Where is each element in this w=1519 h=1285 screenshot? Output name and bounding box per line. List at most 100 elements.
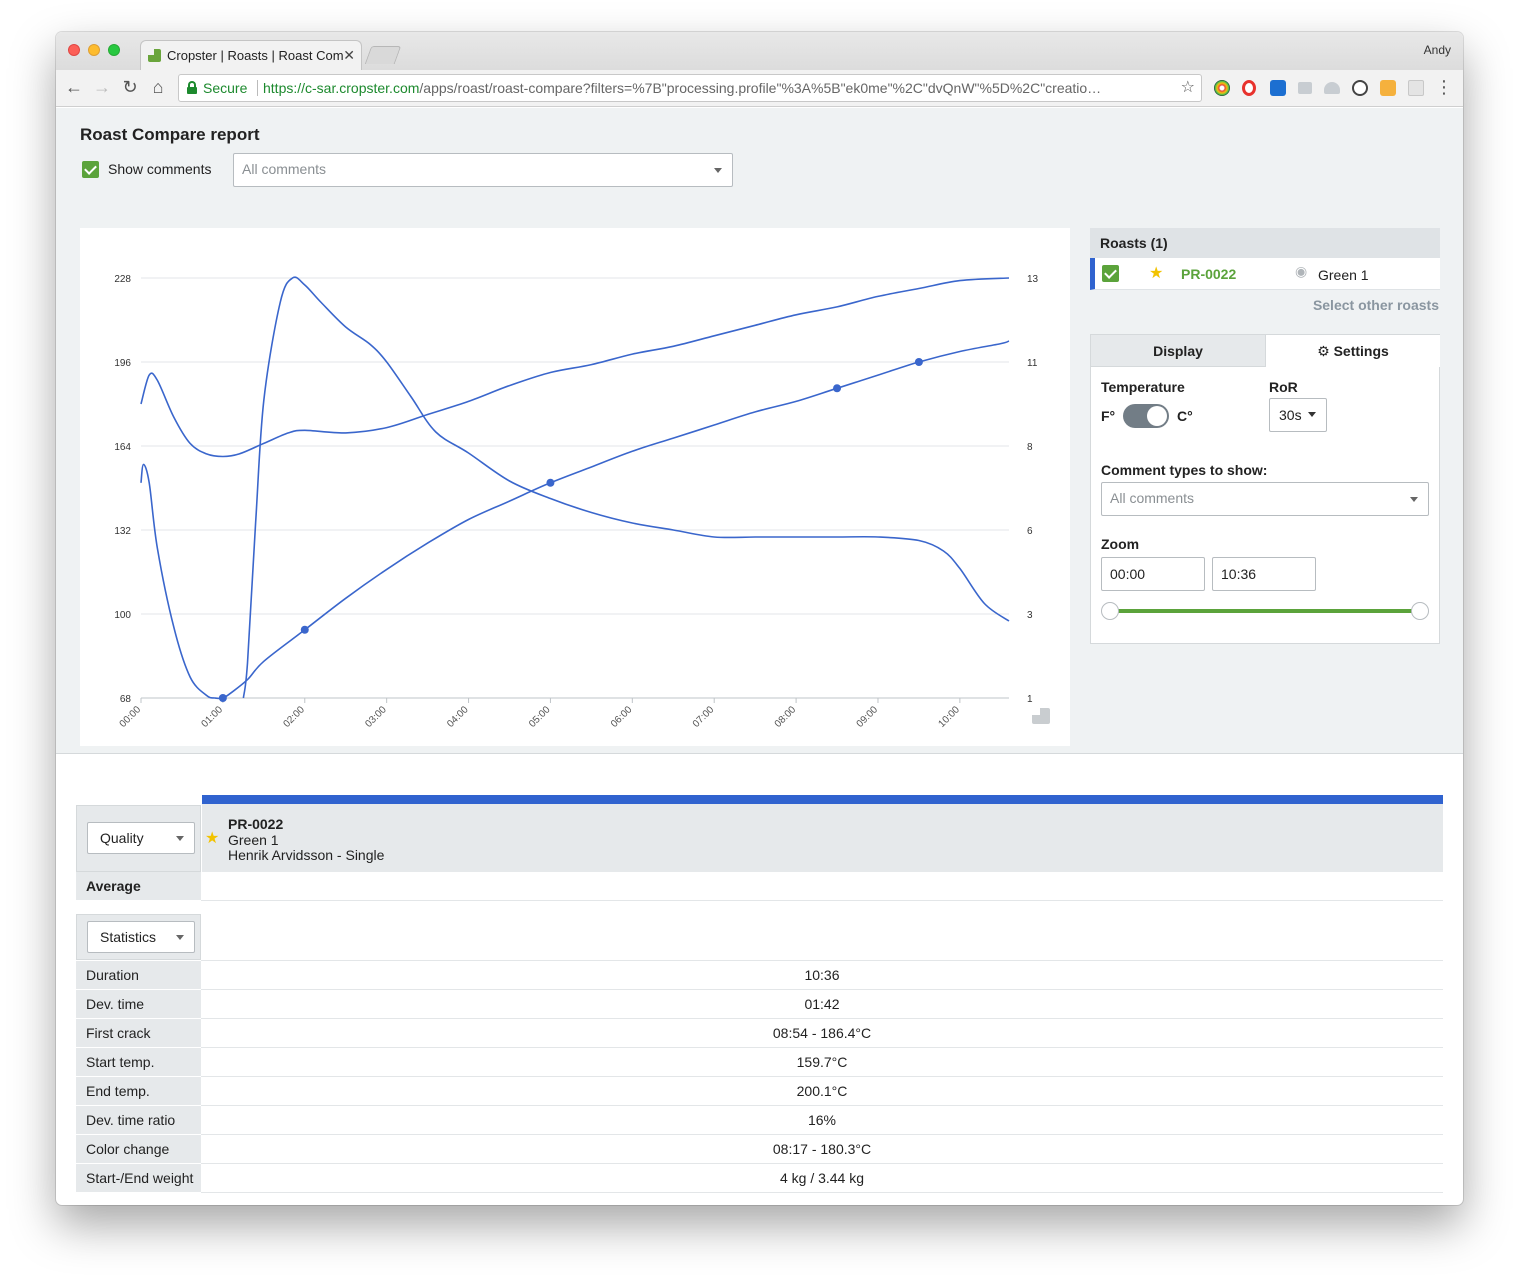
stat-label-dev-time-ratio: Dev. time ratio [76,1106,201,1135]
stat-value-end-temp: 200.1°C [201,1077,1443,1106]
y-left-tick-label: 68 [120,694,132,705]
quality-dropdown-value: Quality [100,830,144,846]
lock-icon [187,81,197,94]
browser-toolbar: ← → ↻ ⌂ Secure https://c-sar.cropster.co… [56,70,1463,107]
address-bar[interactable]: Secure https://c-sar.cropster.com/apps/r… [178,74,1202,102]
y-axis-left: 68 100 132 164 196 228 [114,274,131,705]
x-tick-label: 01:00 [200,704,226,730]
zoom-slider-track[interactable] [1111,609,1421,613]
y-right-tick-label: 6 [1027,526,1033,537]
bookmark-star-icon[interactable]: ☆ [1181,75,1195,101]
roast-checkbox[interactable] [1102,265,1119,282]
cropster-logo-icon [1032,708,1050,724]
minimize-window-button[interactable] [88,44,100,56]
select-other-roasts-link[interactable]: Select other roasts [1313,297,1439,313]
event-marker [218,694,227,702]
roast-code-link[interactable]: PR-0022 [1181,266,1236,282]
stat-value-start-temp: 159.7°C [201,1048,1443,1077]
new-tab-button[interactable] [364,46,402,64]
column-roast-name: Green 1 [228,832,279,848]
zoom-label: Zoom [1101,536,1140,552]
temperature-label: Temperature [1101,379,1185,395]
statistics-dropdown[interactable]: Statistics [87,921,195,953]
quality-dropdown[interactable]: Quality [87,822,195,854]
zoom-slider-end-handle[interactable] [1411,602,1429,620]
tab-display[interactable]: Display [1091,335,1266,367]
title-bar: Cropster | Roasts | Roast Com ✕ Andy [56,32,1463,70]
zoom-slider-start-handle[interactable] [1101,602,1119,620]
opera-extension-icon[interactable] [1242,80,1256,96]
url-path: /apps/roast/roast-compare?filters=%7B"pr… [419,80,1102,96]
zoom-start-input[interactable]: 00:00 [1101,557,1205,591]
stat-label-start-temp: Start temp. [76,1048,201,1077]
y-left-tick-label: 132 [114,526,131,537]
roasts-panel: Roasts (1) ★ PR-0022 ◉ Green 1 [1090,228,1440,290]
average-value [201,872,1443,901]
roast-row[interactable]: ★ PR-0022 ◉ Green 1 [1090,258,1440,290]
info-extension-icon[interactable] [1352,80,1368,96]
comment-types-select[interactable]: All comments [1101,482,1429,516]
zoom-end-input[interactable]: 10:36 [1212,557,1316,591]
ror-select[interactable]: 30s [1269,398,1327,432]
statistics-cell: Statistics [76,914,201,960]
reader-extension-icon[interactable] [1408,80,1424,96]
show-comments-checkbox[interactable] [82,161,99,178]
face-extension-icon[interactable] [1380,80,1396,96]
y-right-tick-label: 3 [1027,610,1033,621]
series-line-0 [140,340,1010,700]
x-tick-label: 05:00 [527,704,553,730]
column-roast-code[interactable]: PR-0022 [228,816,283,832]
x-tick-label: 03:00 [363,704,389,730]
settings-panel: Display ⚙ Settings Temperature F° C° RoR… [1090,334,1440,644]
star-icon[interactable]: ★ [205,828,219,848]
unit-c-label: C° [1177,408,1193,424]
cropster-favicon-icon [148,49,161,62]
quality-cell: Quality [76,805,201,872]
y-left-tick-label: 100 [114,610,131,621]
roast-chart[interactable]: 68 100 132 164 196 228 1 3 6 8 11 13 00:00 01:00 02:… [80,228,1070,746]
eye-icon[interactable]: ◉ [1295,263,1307,280]
browser-menu-icon[interactable]: ⋮ [1434,77,1454,98]
roast-color-bar [202,795,1443,804]
x-tick-label: 04:00 [445,704,471,730]
browser-tab[interactable]: Cropster | Roasts | Roast Com ✕ [140,40,362,70]
roast-green-name: Green 1 [1318,267,1369,283]
stat-value-color-change: 08:17 - 180.3°C [201,1135,1443,1164]
stat-label-end-temp: End temp. [76,1077,201,1106]
tab-settings[interactable]: ⚙ Settings [1266,335,1440,367]
report-page: Roast Compare report Show comments All c… [56,108,1463,754]
ror-label: RoR [1269,379,1298,395]
y-left-tick-label: 196 [114,358,131,369]
secure-label: Secure [203,80,248,96]
event-marker [914,358,923,366]
comments-filter-select[interactable]: All comments [233,153,733,187]
roast-curve-chart: 68100132164196228 13681113 00:00 01:00 02:… [114,274,1050,730]
lastpass-extension-icon[interactable] [1270,80,1286,96]
tab-title: Cropster | Roasts | Roast Com [167,48,344,63]
average-label: Average [76,872,201,901]
unit-f-label: F° [1101,408,1116,424]
x-tick-label: 09:00 [855,704,881,730]
series-line-2 [242,276,1010,699]
close-window-button[interactable] [68,44,80,56]
y-right-tick-label: 8 [1027,442,1033,453]
event-marker [546,478,555,487]
temperature-unit-toggle[interactable] [1123,404,1169,428]
tab-close-icon[interactable]: ✕ [343,41,355,70]
forward-icon[interactable]: → [92,77,112,98]
dropbox-extension-icon[interactable] [1298,82,1312,94]
maximize-window-button[interactable] [108,44,120,56]
color-picker-extension-icon[interactable] [1214,80,1230,96]
stat-value-weight: 4 kg / 3.44 kg [201,1164,1443,1193]
drive-extension-icon[interactable] [1324,82,1340,94]
show-comments-label: Show comments [108,161,212,177]
back-icon[interactable]: ← [64,77,84,98]
profile-name[interactable]: Andy [1424,43,1451,57]
series-line-1 [140,277,1010,458]
star-icon[interactable]: ★ [1149,263,1163,283]
reload-icon[interactable]: ↻ [120,77,140,98]
comment-types-value: All comments [1110,490,1195,506]
home-icon[interactable]: ⌂ [148,77,168,98]
chevron-down-icon [1410,497,1418,502]
chart-series [140,276,1010,702]
